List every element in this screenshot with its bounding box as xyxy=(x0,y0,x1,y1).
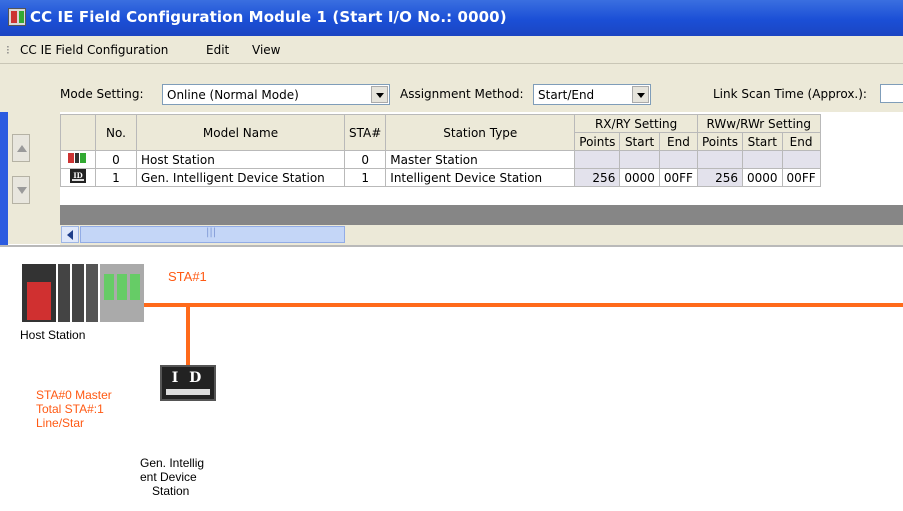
cell-rx-start[interactable]: 0000 xyxy=(619,168,660,187)
cell-station-type[interactable]: Intelligent Device Station xyxy=(385,168,576,187)
chevron-down-icon[interactable] xyxy=(632,86,649,103)
cell-rw-start[interactable]: 0000 xyxy=(742,168,783,187)
cell-rx-end[interactable]: 00FF xyxy=(658,168,698,187)
menu-bar: ⁝ CC IE Field Configuration Edit View xyxy=(0,36,903,64)
arrow-up-icon xyxy=(17,145,27,152)
column-header-rx-start[interactable]: Start xyxy=(619,132,660,151)
assignment-method-value: Start/End xyxy=(538,88,595,102)
scrollbar-thumb[interactable] xyxy=(80,226,345,243)
device-icon-text: I D xyxy=(171,370,205,386)
move-up-button[interactable] xyxy=(12,134,30,162)
host-station-module-icon[interactable] xyxy=(22,264,144,322)
network-info-master: STA#0 Master xyxy=(36,388,112,402)
table-header-row: No. Model Name STA# Station Type RX/RY S… xyxy=(60,114,821,151)
cell-station-type[interactable]: Master Station xyxy=(385,150,576,169)
network-info-topology: Line/Star xyxy=(36,416,85,430)
column-header-no[interactable]: No. xyxy=(95,114,137,151)
mode-setting-value: Online (Normal Mode) xyxy=(167,88,299,102)
cell-rx-points[interactable] xyxy=(574,150,621,169)
cell-model-name[interactable]: Gen. Intelligent Device Station xyxy=(136,168,345,187)
cell-rw-end[interactable]: 00FF xyxy=(781,168,821,187)
column-header-rx-ry-setting: RX/RY Setting xyxy=(574,114,698,133)
window-title: CC IE Field Configuration Module 1 (Star… xyxy=(30,8,507,26)
assignment-method-label: Assignment Method: xyxy=(400,87,524,101)
column-header-model-name[interactable]: Model Name xyxy=(136,114,345,151)
device-label-line1: Gen. Intellig xyxy=(140,456,205,470)
svg-text:ID: ID xyxy=(73,171,82,180)
app-icon xyxy=(8,8,26,26)
cell-rx-end[interactable] xyxy=(658,150,698,169)
cell-rw-end[interactable] xyxy=(781,150,821,169)
network-sta-label: STA#1 xyxy=(168,269,207,284)
device-drop-line xyxy=(186,303,190,365)
column-header-sta[interactable]: STA# xyxy=(343,114,387,151)
chevron-down-icon[interactable] xyxy=(371,86,388,103)
column-header-rw-points[interactable]: Points xyxy=(696,132,744,151)
station-table: No. Model Name STA# Station Type RX/RY S… xyxy=(60,114,821,187)
device-label-line3: Station xyxy=(152,484,190,498)
table-empty-area xyxy=(60,205,903,225)
table-row[interactable]: 0 Host Station 0 Master Station xyxy=(60,150,821,169)
horizontal-scrollbar[interactable] xyxy=(60,225,903,245)
device-station-label: Gen. Intellig ent Device Station xyxy=(140,456,236,498)
menu-edit[interactable]: Edit xyxy=(206,43,229,57)
cell-rw-start[interactable] xyxy=(742,150,783,169)
network-line xyxy=(144,303,903,307)
arrow-down-icon xyxy=(17,187,27,194)
menu-grip-icon: ⁝ xyxy=(6,43,10,57)
column-header-station-type[interactable]: Station Type xyxy=(385,114,576,151)
scroll-left-icon[interactable] xyxy=(61,226,79,243)
cell-rx-start[interactable] xyxy=(619,150,660,169)
cell-no[interactable]: 1 xyxy=(95,168,137,187)
host-station-icon xyxy=(60,150,96,169)
column-header-rw-end[interactable]: End xyxy=(781,132,821,151)
cell-rw-points[interactable]: 256 xyxy=(696,168,744,187)
host-station-label: Host Station xyxy=(20,328,86,342)
menu-view[interactable]: View xyxy=(252,43,280,57)
cell-rx-points[interactable]: 256 xyxy=(574,168,621,187)
mode-setting-select[interactable]: Online (Normal Mode) xyxy=(162,84,390,105)
cell-sta[interactable]: 0 xyxy=(343,150,387,169)
menu-cc-ie-field-configuration[interactable]: CC IE Field Configuration xyxy=(20,43,168,57)
mode-setting-label: Mode Setting: xyxy=(60,87,144,101)
column-header-rw-start[interactable]: Start xyxy=(742,132,783,151)
network-info: STA#0 Master Total STA#:1 Line/Star xyxy=(36,388,112,430)
device-label-line2: ent Device xyxy=(140,470,197,484)
intelligent-device-icon: ID xyxy=(60,168,96,187)
cell-sta[interactable]: 1 xyxy=(343,168,387,187)
intelligent-device-station-icon[interactable]: I D xyxy=(160,365,216,401)
cell-no[interactable]: 0 xyxy=(95,150,137,169)
column-header-rx-end[interactable]: End xyxy=(658,132,698,151)
column-header-rx-points[interactable]: Points xyxy=(574,132,621,151)
assignment-method-select[interactable]: Start/End xyxy=(533,84,651,105)
cell-rw-points[interactable] xyxy=(696,150,744,169)
link-scan-time-field xyxy=(880,84,903,103)
network-info-total: Total STA#:1 xyxy=(36,402,104,416)
cell-model-name[interactable]: Host Station xyxy=(136,150,345,169)
move-down-button[interactable] xyxy=(12,176,30,204)
column-header-rww-rwr-setting: RWw/RWr Setting xyxy=(696,114,821,133)
link-scan-time-label: Link Scan Time (Approx.): xyxy=(713,87,867,101)
title-bar[interactable]: CC IE Field Configuration Module 1 (Star… xyxy=(0,0,903,37)
table-row[interactable]: ID 1 Gen. Intelligent Device Station 1 I… xyxy=(60,168,821,187)
icon-column-header xyxy=(60,114,96,151)
